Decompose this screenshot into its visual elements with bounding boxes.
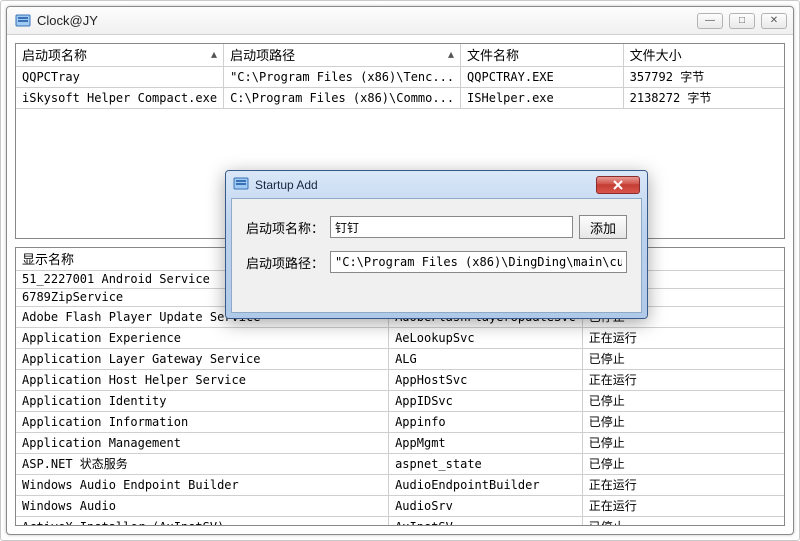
window-controls: — □ ✕: [697, 13, 787, 29]
table-row[interactable]: QQPCTray"C:\Program Files (x86)\Tenc...Q…: [16, 67, 784, 88]
table-header-row: 启动项名称▲ 启动项路径▲ 文件名称 文件大小: [16, 44, 784, 67]
close-icon: [612, 180, 624, 190]
table-row[interactable]: Application Host Helper ServiceAppHostSv…: [16, 370, 784, 391]
table-cell: 357792 字节: [623, 67, 784, 88]
table-cell: Application Information: [16, 412, 389, 433]
table-cell: AppMgmt: [389, 433, 583, 454]
main-window-title: Clock@JY: [37, 13, 691, 28]
table-row[interactable]: Windows AudioAudioSrv正在运行: [16, 496, 784, 517]
table-cell: AudioSrv: [389, 496, 583, 517]
table-cell: 已停止: [582, 433, 784, 454]
table-cell: ActiveX Installer (AxInstSV): [16, 517, 389, 527]
col-startup-path[interactable]: 启动项路径▲: [224, 44, 461, 67]
table-cell: ALG: [389, 349, 583, 370]
startup-add-dialog: Startup Add 启动项名称： 添加 启动项路径：: [225, 170, 648, 319]
row-path: 启动项路径：: [246, 251, 627, 273]
dialog-close-button[interactable]: [596, 176, 640, 194]
table-cell: 已停止: [582, 412, 784, 433]
table-cell: 已停止: [582, 391, 784, 412]
table-cell: C:\Program Files (x86)\Commo...: [224, 88, 461, 109]
main-titlebar: Clock@JY — □ ✕: [7, 7, 793, 35]
sort-asc-icon: ▲: [211, 50, 217, 61]
table-cell: Application Host Helper Service: [16, 370, 389, 391]
dialog-title: Startup Add: [255, 178, 590, 192]
col-file-name[interactable]: 文件名称: [461, 44, 624, 67]
table-cell: ISHelper.exe: [461, 88, 624, 109]
startup-items-table[interactable]: 启动项名称▲ 启动项路径▲ 文件名称 文件大小 QQPCTray"C:\Prog…: [16, 44, 784, 109]
table-cell: Appinfo: [389, 412, 583, 433]
table-cell: AxInstSV: [389, 517, 583, 527]
table-cell: aspnet_state: [389, 454, 583, 475]
table-cell: Application Layer Gateway Service: [16, 349, 389, 370]
table-cell: QQPCTray: [16, 67, 224, 88]
dialog-body: 启动项名称： 添加 启动项路径：: [231, 198, 642, 313]
table-cell: "C:\Program Files (x86)\Tenc...: [224, 67, 461, 88]
table-cell: 正在运行: [582, 328, 784, 349]
label-startup-name: 启动项名称：: [246, 218, 324, 237]
input-startup-path[interactable]: [330, 251, 627, 273]
dialog-icon: [233, 176, 249, 195]
maximize-button[interactable]: □: [729, 13, 755, 29]
table-cell: iSkysoft Helper Compact.exe: [16, 88, 224, 109]
table-row[interactable]: ASP.NET 状态服务aspnet_state已停止: [16, 454, 784, 475]
close-button[interactable]: ✕: [761, 13, 787, 29]
table-cell: QQPCTRAY.EXE: [461, 67, 624, 88]
dialog-titlebar: Startup Add: [231, 176, 642, 198]
table-row[interactable]: Windows Audio Endpoint BuilderAudioEndpo…: [16, 475, 784, 496]
col-file-size[interactable]: 文件大小: [623, 44, 784, 67]
table-cell: Application Management: [16, 433, 389, 454]
add-button[interactable]: 添加: [579, 215, 627, 239]
table-cell: AudioEndpointBuilder: [389, 475, 583, 496]
table-cell: 正在运行: [582, 370, 784, 391]
table-cell: AppIDSvc: [389, 391, 583, 412]
table-row[interactable]: iSkysoft Helper Compact.exeC:\Program Fi…: [16, 88, 784, 109]
col-startup-name[interactable]: 启动项名称▲: [16, 44, 224, 67]
dialog-chrome: Startup Add 启动项名称： 添加 启动项路径：: [226, 171, 647, 318]
label-startup-path: 启动项路径：: [246, 253, 324, 272]
row-name: 启动项名称： 添加: [246, 215, 627, 239]
table-row[interactable]: Application ManagementAppMgmt已停止: [16, 433, 784, 454]
table-row[interactable]: Application Layer Gateway ServiceALG已停止: [16, 349, 784, 370]
input-startup-name[interactable]: [330, 216, 573, 238]
table-cell: 2138272 字节: [623, 88, 784, 109]
table-cell: AppHostSvc: [389, 370, 583, 391]
app-icon: [15, 13, 31, 29]
table-row[interactable]: Application InformationAppinfo已停止: [16, 412, 784, 433]
table-cell: 已停止: [582, 349, 784, 370]
table-row[interactable]: Application ExperienceAeLookupSvc正在运行: [16, 328, 784, 349]
table-cell: 已停止: [582, 454, 784, 475]
sort-asc-icon: ▲: [448, 50, 454, 61]
table-cell: 正在运行: [582, 475, 784, 496]
table-cell: Windows Audio Endpoint Builder: [16, 475, 389, 496]
table-row[interactable]: ActiveX Installer (AxInstSV)AxInstSV已停止: [16, 517, 784, 527]
minimize-button[interactable]: —: [697, 13, 723, 29]
table-cell: Application Experience: [16, 328, 389, 349]
table-cell: 已停止: [582, 517, 784, 527]
table-cell: ASP.NET 状态服务: [16, 454, 389, 475]
table-cell: Application Identity: [16, 391, 389, 412]
table-row[interactable]: Application IdentityAppIDSvc已停止: [16, 391, 784, 412]
table-cell: AeLookupSvc: [389, 328, 583, 349]
table-cell: 正在运行: [582, 496, 784, 517]
table-cell: Windows Audio: [16, 496, 389, 517]
